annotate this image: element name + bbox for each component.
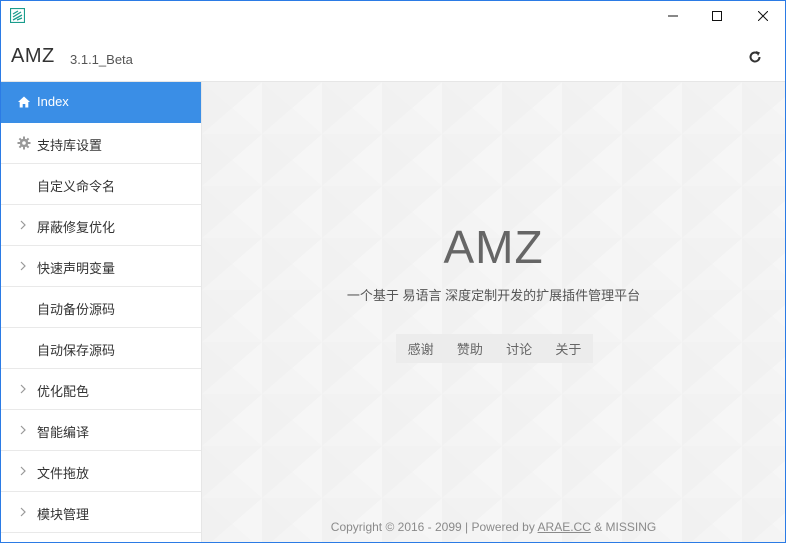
background-pattern xyxy=(202,82,785,542)
minimize-button[interactable] xyxy=(651,1,695,31)
link-about[interactable]: 关于 xyxy=(555,339,581,358)
sidebar-item-index[interactable]: Index xyxy=(1,82,201,123)
chevron-right-icon xyxy=(20,261,26,271)
app-logo-icon xyxy=(10,8,25,23)
app-header: AMZ 3.1.1_Beta xyxy=(1,31,785,82)
sidebar-item-label: 智能编译 xyxy=(37,425,90,440)
refresh-icon[interactable] xyxy=(747,49,763,65)
sidebar-item-shield-fix[interactable]: 屏蔽修复优化 xyxy=(1,205,201,246)
sidebar-item-smart-compile[interactable]: 智能编译 xyxy=(1,410,201,451)
app-window: AMZ 3.1.1_Beta Index 支持库设置 自定义命令名 屏蔽修复优化… xyxy=(0,0,786,543)
sidebar-item-module-manage[interactable]: 模块管理 xyxy=(1,492,201,533)
sidebar-item-auto-save[interactable]: 自动保存源码 xyxy=(1,328,201,369)
sidebar-item-label: 自定义命令名 xyxy=(37,179,116,194)
chevron-right-icon xyxy=(20,466,26,476)
sidebar-item-color-scheme[interactable]: 优化配色 xyxy=(1,369,201,410)
version-label: 3.1.1_Beta xyxy=(70,52,133,67)
close-icon xyxy=(758,11,768,21)
sidebar-item-custom-command[interactable]: 自定义命令名 xyxy=(1,164,201,205)
sidebar-item-file-drop[interactable]: 文件拖放 xyxy=(1,451,201,492)
home-icon xyxy=(18,96,30,108)
minimize-icon xyxy=(668,15,678,17)
sidebar-item-label: 屏蔽修复优化 xyxy=(37,220,116,235)
sidebar-item-quick-declare[interactable]: 快速声明变量 xyxy=(1,246,201,287)
sidebar-item-label: 模块管理 xyxy=(37,507,90,522)
link-sponsor[interactable]: 赞助 xyxy=(457,339,483,358)
maximize-icon xyxy=(712,11,722,21)
chevron-right-icon xyxy=(20,220,26,230)
footer-prefix: Copyright © 2016 - 2099 | Powered by xyxy=(330,520,538,534)
sidebar-item-label: 自动保存源码 xyxy=(37,343,116,358)
sidebar-item-label: 文件拖放 xyxy=(37,466,90,481)
link-discuss[interactable]: 讨论 xyxy=(506,339,532,358)
brand-title: AMZ xyxy=(11,45,55,67)
sidebar-item-library-settings[interactable]: 支持库设置 xyxy=(1,123,201,164)
close-button[interactable] xyxy=(741,1,785,31)
sidebar-item-label: 支持库设置 xyxy=(37,138,103,153)
link-thanks[interactable]: 感谢 xyxy=(408,339,434,358)
chevron-right-icon xyxy=(20,384,26,394)
sidebar-item-label: 优化配色 xyxy=(37,384,90,399)
maximize-button[interactable] xyxy=(695,1,739,31)
title-bar[interactable] xyxy=(1,1,785,31)
link-bar: 感谢 赞助 讨论 关于 xyxy=(396,334,593,363)
sidebar-nav: Index 支持库设置 自定义命令名 屏蔽修复优化 快速声明变量 自动备份源码 … xyxy=(1,82,202,542)
hero-title: AMZ xyxy=(443,221,544,273)
sidebar-item-label: 自动备份源码 xyxy=(37,302,116,317)
main-content: AMZ 一个基于 易语言 深度定制开发的扩展插件管理平台 感谢 赞助 讨论 关于… xyxy=(202,82,785,542)
sidebar-item-label: 快速声明变量 xyxy=(37,261,116,276)
gear-icon xyxy=(17,136,31,150)
chevron-right-icon xyxy=(20,425,26,435)
sidebar-item-auto-backup[interactable]: 自动备份源码 xyxy=(1,287,201,328)
footer-suffix: & MISSING xyxy=(590,520,657,534)
chevron-right-icon xyxy=(20,507,26,517)
footer-copyright: Copyright © 2016 - 2099 | Powered by ARA… xyxy=(202,520,785,534)
hero-subtitle: 一个基于 易语言 深度定制开发的扩展插件管理平台 xyxy=(346,288,641,303)
footer-link-arae[interactable]: ARAE.CC xyxy=(538,520,591,534)
sidebar-item-label: Index xyxy=(37,94,69,109)
